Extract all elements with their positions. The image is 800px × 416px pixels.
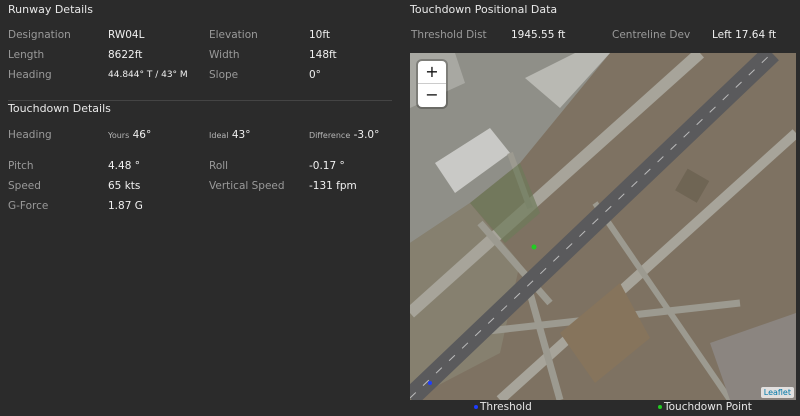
pitch-value: 4.48 ° [108, 160, 140, 172]
elevation-value: 10ft [309, 29, 330, 41]
legend-threshold-label: Threshold [480, 401, 532, 413]
width-label: Width [209, 49, 240, 61]
gforce-label: G-Force [8, 200, 49, 212]
length-label: Length [8, 49, 45, 61]
legend-touchdown: Touchdown Point [658, 401, 752, 413]
runway-heading-label: Heading [8, 69, 52, 81]
threshold-marker[interactable] [428, 381, 432, 385]
vertical-speed-value: -131 fpm [309, 180, 357, 192]
designation-label: Designation [8, 29, 71, 41]
zoom-control: + − [418, 61, 446, 107]
slope-value: 0° [309, 69, 321, 81]
yours-label: Yours [108, 131, 130, 140]
speed-label: Speed [8, 180, 41, 192]
ideal-value: 43° [231, 129, 251, 141]
satellite-imagery [410, 53, 796, 400]
heading-difference: Difference -3.0° [309, 129, 379, 141]
roll-label: Roll [209, 160, 229, 172]
runway-details-title: Runway Details [8, 3, 93, 16]
zoom-out-button[interactable]: − [418, 84, 446, 107]
leaflet-attribution-link[interactable]: Leaflet [760, 387, 794, 398]
centreline-dev-value: Left 17.64 ft [712, 29, 777, 41]
legend-touchdown-label: Touchdown Point [664, 401, 752, 413]
gforce-value: 1.87 G [108, 200, 143, 212]
roll-value: -0.17 ° [309, 160, 345, 172]
ideal-label: Ideal [209, 131, 229, 140]
threshold-dot-icon [474, 405, 478, 409]
touchdown-dot-icon [658, 405, 662, 409]
heading-ideal: Ideal 43° [209, 129, 250, 141]
threshold-dist-value: 1945.55 ft [511, 29, 566, 41]
length-value: 8622ft [108, 49, 143, 61]
vertical-speed-label: Vertical Speed [209, 180, 285, 192]
threshold-dist-label: Threshold Dist [411, 29, 487, 41]
touchdown-heading-label: Heading [8, 129, 52, 141]
runway-heading-value: 44.844° T / 43° M [108, 70, 188, 80]
positional-data-title: Touchdown Positional Data [410, 3, 558, 16]
touchdown-map[interactable]: + − Leaflet [410, 53, 796, 400]
yours-value: 46° [132, 129, 152, 141]
heading-yours: Yours 46° [108, 129, 151, 141]
speed-value: 65 kts [108, 180, 141, 192]
difference-label: Difference [309, 131, 351, 140]
width-value: 148ft [309, 49, 337, 61]
slope-label: Slope [209, 69, 239, 81]
zoom-in-button[interactable]: + [418, 61, 446, 84]
difference-value: -3.0° [353, 129, 380, 141]
touchdown-point-marker[interactable] [531, 244, 537, 250]
elevation-label: Elevation [209, 29, 258, 41]
touchdown-details-title: Touchdown Details [8, 102, 111, 115]
pitch-label: Pitch [8, 160, 34, 172]
centreline-dev-label: Centreline Dev [612, 29, 691, 41]
legend-threshold: Threshold [474, 401, 532, 413]
designation-value: RW04L [108, 29, 145, 41]
section-divider [8, 100, 392, 101]
